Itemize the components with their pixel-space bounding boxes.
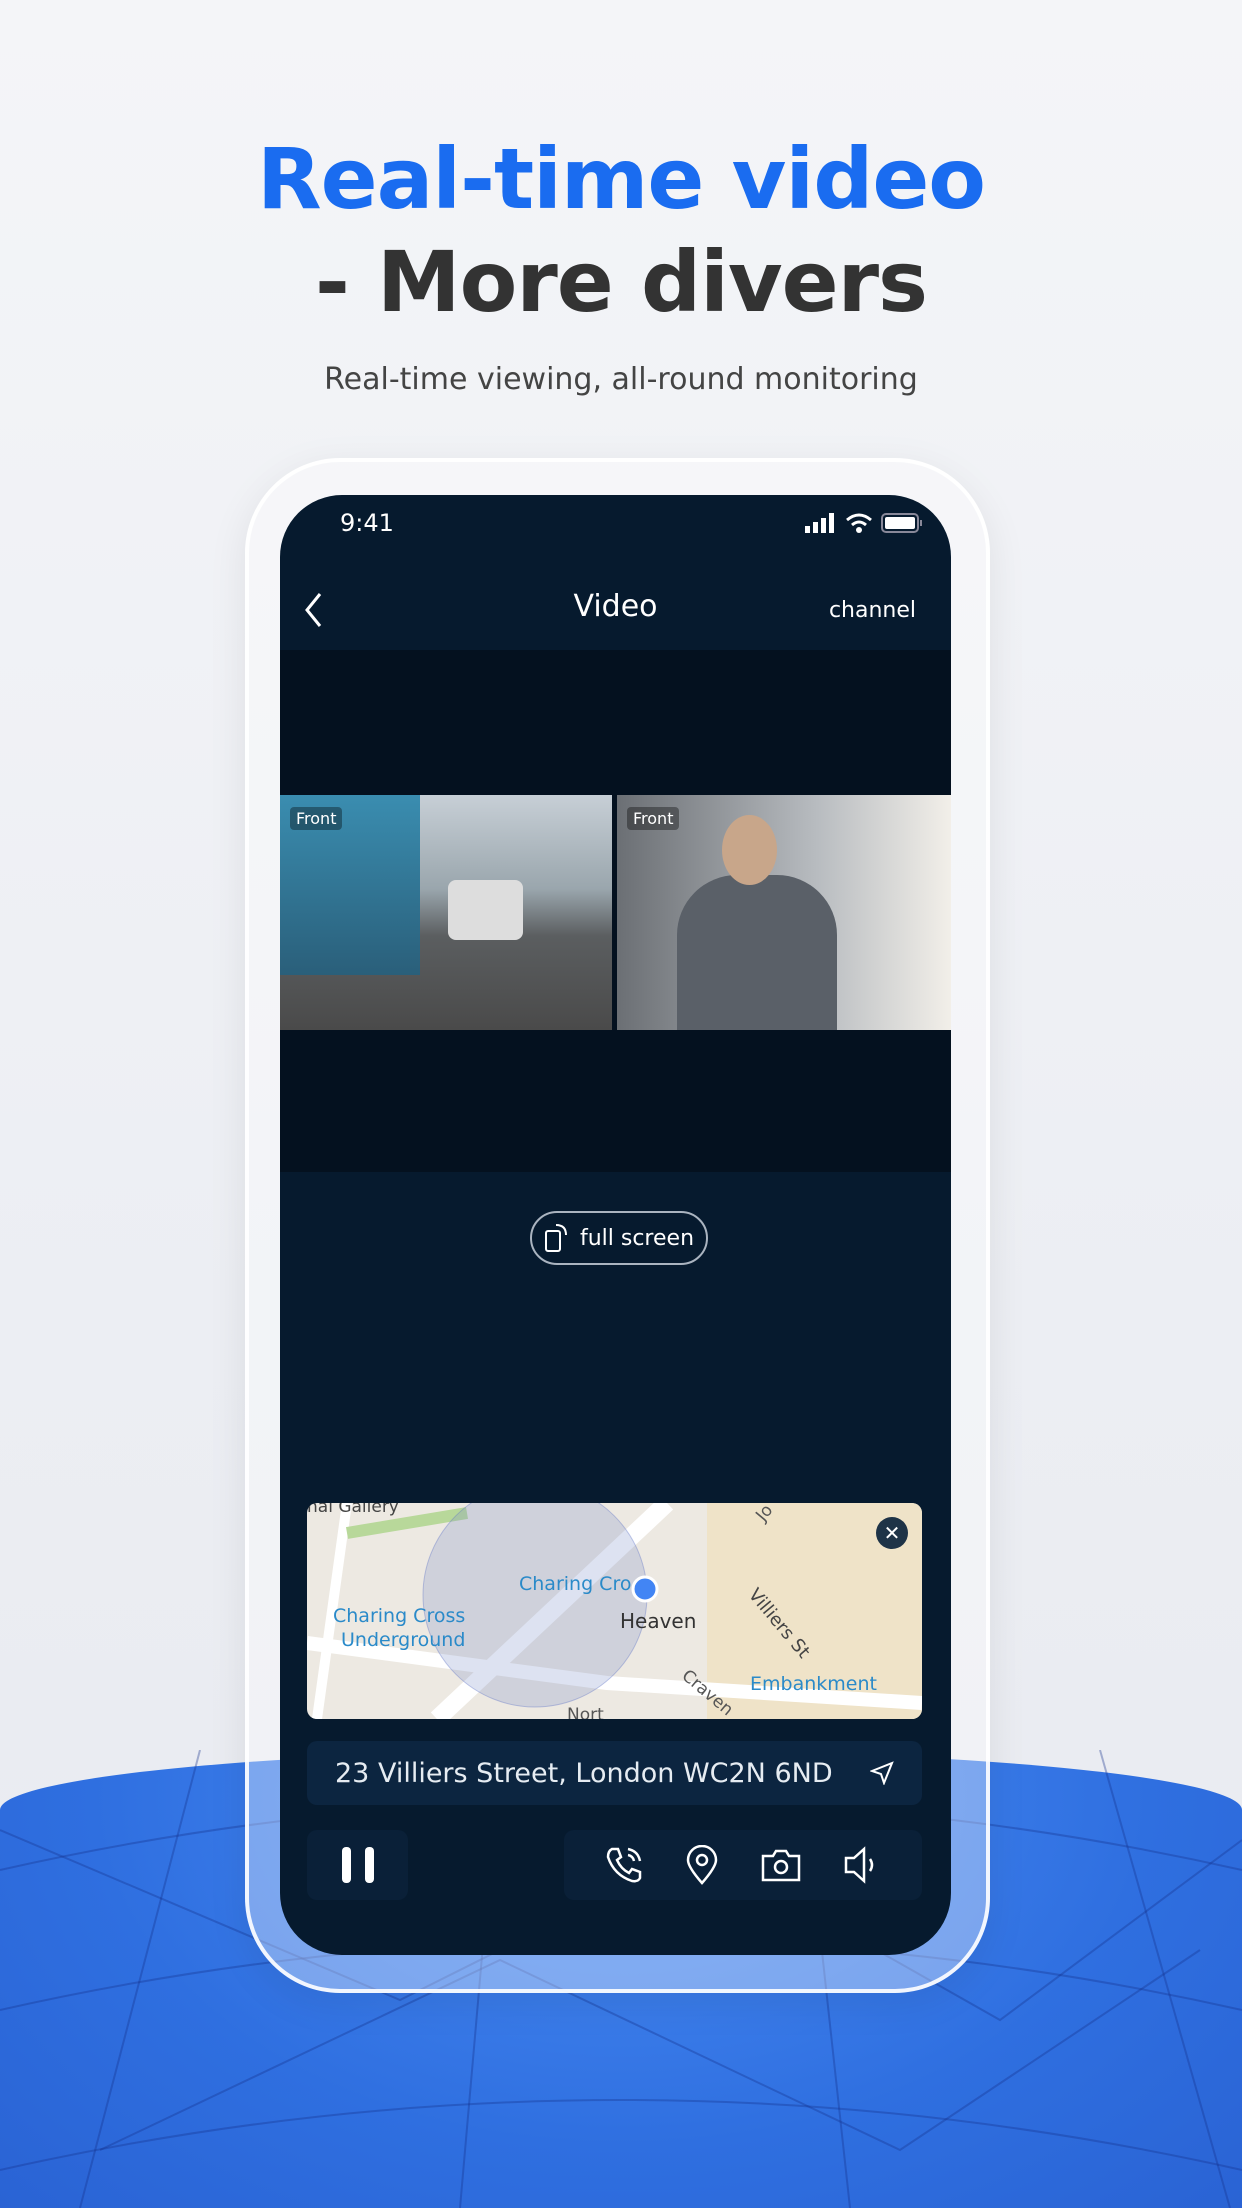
map-label: Embankment [750,1673,877,1695]
close-map-icon[interactable]: ✕ [876,1517,908,1549]
map-label: Underground [341,1629,466,1651]
camera-icon[interactable] [760,1847,802,1883]
headline-line1: Real-time video [256,130,986,228]
video-front-driver[interactable]: Front [617,795,951,1030]
channel-button[interactable]: channel [829,598,916,623]
phone-icon[interactable] [604,1845,644,1885]
map-label: Nort [567,1705,604,1719]
rotate-screen-icon [544,1224,567,1252]
signal-icon [805,513,834,533]
control-group [564,1830,922,1900]
video-label: Front [290,807,343,830]
map-label: nal Gallery [307,1503,399,1517]
video-front-road[interactable]: Front [280,795,612,1030]
map-label: Charing Cross [333,1605,466,1627]
driver-image [677,875,837,1030]
status-time: 9:41 [340,509,394,537]
location-pin-icon[interactable] [684,1845,720,1885]
speaker-icon[interactable] [842,1845,882,1885]
map-label: Charing Cro [519,1573,632,1595]
pause-icon-bar [364,1847,374,1883]
pause-icon [341,1847,351,1883]
headline-line2: - More divers [314,233,928,331]
address-text: 23 Villiers Street, London WC2N 6ND [335,1757,833,1789]
driver-face [722,815,777,885]
video-label: Front [627,807,680,830]
map-view[interactable]: nal Gallery Charing Cro Charing Cross Un… [307,1503,922,1719]
full-screen-button[interactable]: full screen [530,1211,708,1265]
map-label: Heaven [620,1609,697,1633]
full-screen-label: full screen [579,1225,695,1251]
car-image [448,880,523,940]
navigate-icon[interactable] [870,1761,894,1785]
address-bar: 23 Villiers Street, London WC2N 6ND [307,1741,922,1805]
battery-icon [881,513,922,533]
status-icons [805,513,923,533]
phone-screen: 9:41 Video channel Front Front full scre… [280,495,951,1955]
subtitle: Real-time viewing, all-round monitoring [324,362,918,397]
pause-button[interactable] [307,1830,408,1900]
wifi-icon [846,513,872,533]
